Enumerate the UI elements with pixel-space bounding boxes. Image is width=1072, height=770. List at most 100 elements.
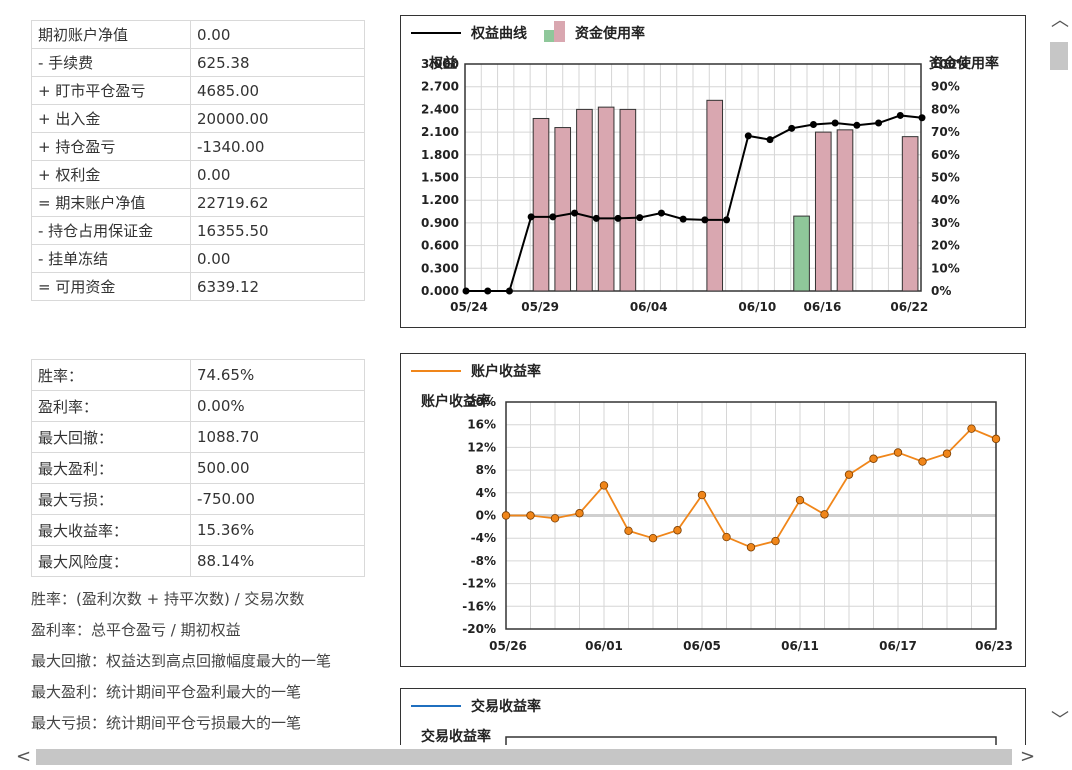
- x-tick-label: 06/16: [804, 300, 842, 314]
- equity-point: [701, 216, 709, 224]
- return-point: [942, 449, 952, 458]
- equity-point: [918, 114, 926, 122]
- scroll-down-icon[interactable]: ﹀: [1051, 712, 1069, 730]
- equity-point: [636, 214, 644, 222]
- equity-usage-chart: 权益曲线 资金使用率 权益 资金使用率 0.000 0% 0.300 10% 0.600 20% 0…: [400, 15, 1026, 328]
- note-line: 胜率：(盈利次数 + 持平次数) / 交易次数: [31, 590, 305, 608]
- equity-point: [723, 216, 731, 224]
- x-tick-label: 06/10: [738, 300, 776, 314]
- scroll-right-icon[interactable]: >: [1020, 748, 1035, 766]
- equity-point: [766, 136, 774, 144]
- usage-bar: [793, 215, 810, 292]
- y-tick-left: 1.800: [421, 148, 459, 162]
- equity-point: [592, 214, 600, 222]
- y-tick-label: 4%: [476, 486, 496, 500]
- usage-bar: [619, 108, 637, 292]
- row-label: = 期末账户净值: [31, 188, 191, 217]
- x-tick-label: 06/22: [890, 300, 928, 314]
- row-value: -1340.00: [190, 132, 365, 161]
- x-tick-label: 05/29: [521, 300, 559, 314]
- y-tick-right: 0%: [931, 284, 951, 298]
- return-point: [648, 533, 658, 543]
- account-row: - 挂单冻结 0.00: [31, 244, 365, 273]
- row-label: 最大盈利：: [31, 452, 191, 484]
- usage-bar: [814, 131, 832, 292]
- account-row: - 手续费 625.38: [31, 48, 365, 77]
- y-tick-left: 2.700: [421, 80, 459, 94]
- return-point: [526, 511, 535, 520]
- legend-usage-swatch-green: [544, 30, 555, 42]
- account-row: - 持仓占用保证金 16355.50: [31, 216, 365, 245]
- row-value: 15.36%: [190, 514, 365, 546]
- vertical-scroll-thumb[interactable]: [1050, 42, 1068, 70]
- row-label: 最大风险度：: [31, 545, 191, 577]
- scroll-left-icon[interactable]: <: [16, 748, 31, 766]
- y-axis-title: 交易收益率: [421, 728, 491, 745]
- y-tick-label: -12%: [462, 577, 496, 591]
- row-label: - 挂单冻结: [31, 244, 191, 273]
- legend-trade-label: 交易收益率: [471, 698, 541, 715]
- account-row: + 权利金 0.00: [31, 160, 365, 189]
- equity-point: [657, 209, 665, 217]
- y-tick-right: 30%: [931, 216, 960, 230]
- row-value: 88.14%: [190, 545, 365, 577]
- account-summary-table: 期初账户净值 0.00- 手续费 625.38 + 盯市平仓盈亏 4685.00 + 出入…: [31, 20, 365, 301]
- return-point: [918, 457, 927, 466]
- return-point: [991, 434, 1001, 444]
- vertical-scrollbar[interactable]: ︿ ﹀: [1047, 0, 1072, 769]
- legend-usage-swatch-pink: [554, 21, 565, 42]
- y-tick-right: 10%: [931, 261, 960, 275]
- return-point: [820, 510, 829, 519]
- account-row: + 出入金 20000.00: [31, 104, 365, 133]
- note-line: 最大盈利：统计期间平仓盈利最大的一笔: [31, 683, 302, 701]
- equity-point: [462, 287, 470, 295]
- x-tick-label: 06/23: [975, 639, 1013, 653]
- return-point: [771, 536, 780, 546]
- return-point: [967, 424, 976, 433]
- ratio-row: 最大亏损： -750.00: [31, 483, 365, 515]
- equity-point: [853, 121, 861, 129]
- return-point: [869, 454, 878, 463]
- x-tick-label: 05/26: [489, 639, 527, 653]
- y-tick-label: 12%: [467, 440, 496, 454]
- row-label: + 权利金: [31, 160, 191, 189]
- scroll-up-icon[interactable]: ︿: [1051, 12, 1069, 30]
- y-tick-right: 100%: [931, 57, 968, 71]
- row-value: 20000.00: [190, 104, 365, 133]
- horizontal-scroll-thumb[interactable]: [36, 749, 1012, 765]
- x-tick-label: 06/04: [630, 300, 668, 314]
- x-tick-label: 06/11: [781, 639, 819, 653]
- return-point: [501, 511, 511, 520]
- y-tick-left: 2.100: [421, 125, 459, 139]
- equity-point: [831, 119, 839, 127]
- return-point: [746, 543, 756, 552]
- return-point: [673, 526, 682, 535]
- equity-point: [809, 121, 817, 129]
- note-line: 盈利率：总平仓盈亏 / 期初权益: [31, 621, 241, 639]
- equity-point: [484, 287, 492, 295]
- ratio-row: 最大收益率： 15.36%: [31, 514, 365, 546]
- usage-bar: [901, 136, 919, 292]
- equity-point: [614, 214, 622, 222]
- y-tick-label: -4%: [471, 531, 496, 545]
- legend-usage-label: 资金使用率: [575, 25, 645, 42]
- row-value: 0.00: [190, 244, 365, 273]
- y-tick-right: 40%: [931, 193, 960, 207]
- row-label: 最大收益率：: [31, 514, 191, 546]
- y-tick-label: 8%: [476, 463, 496, 477]
- row-label: - 手续费: [31, 48, 191, 77]
- row-value: 16355.50: [190, 216, 365, 245]
- return-point: [722, 532, 731, 542]
- metric-definitions: 胜率：(盈利次数 + 持平次数) / 交易次数 盈利率：总平仓盈亏 / 期初权益最…: [31, 584, 331, 770]
- y-tick-right: 70%: [931, 125, 960, 139]
- account-row: + 持仓盈亏 -1340.00: [31, 132, 365, 161]
- row-value: -750.00: [190, 483, 365, 515]
- usage-bar: [706, 99, 724, 292]
- return-point: [550, 514, 560, 523]
- return-point: [624, 526, 633, 536]
- return-point: [697, 490, 707, 500]
- x-tick-label: 05/24: [450, 300, 488, 314]
- account-return-chart: 账户收益率 账户收益率 20% 16% 12% 8% 4% 0% -4% -8% -12% -16% -…: [400, 353, 1026, 667]
- y-tick-left: 0.600: [421, 239, 459, 253]
- legend-equity-label: 权益曲线: [470, 25, 527, 42]
